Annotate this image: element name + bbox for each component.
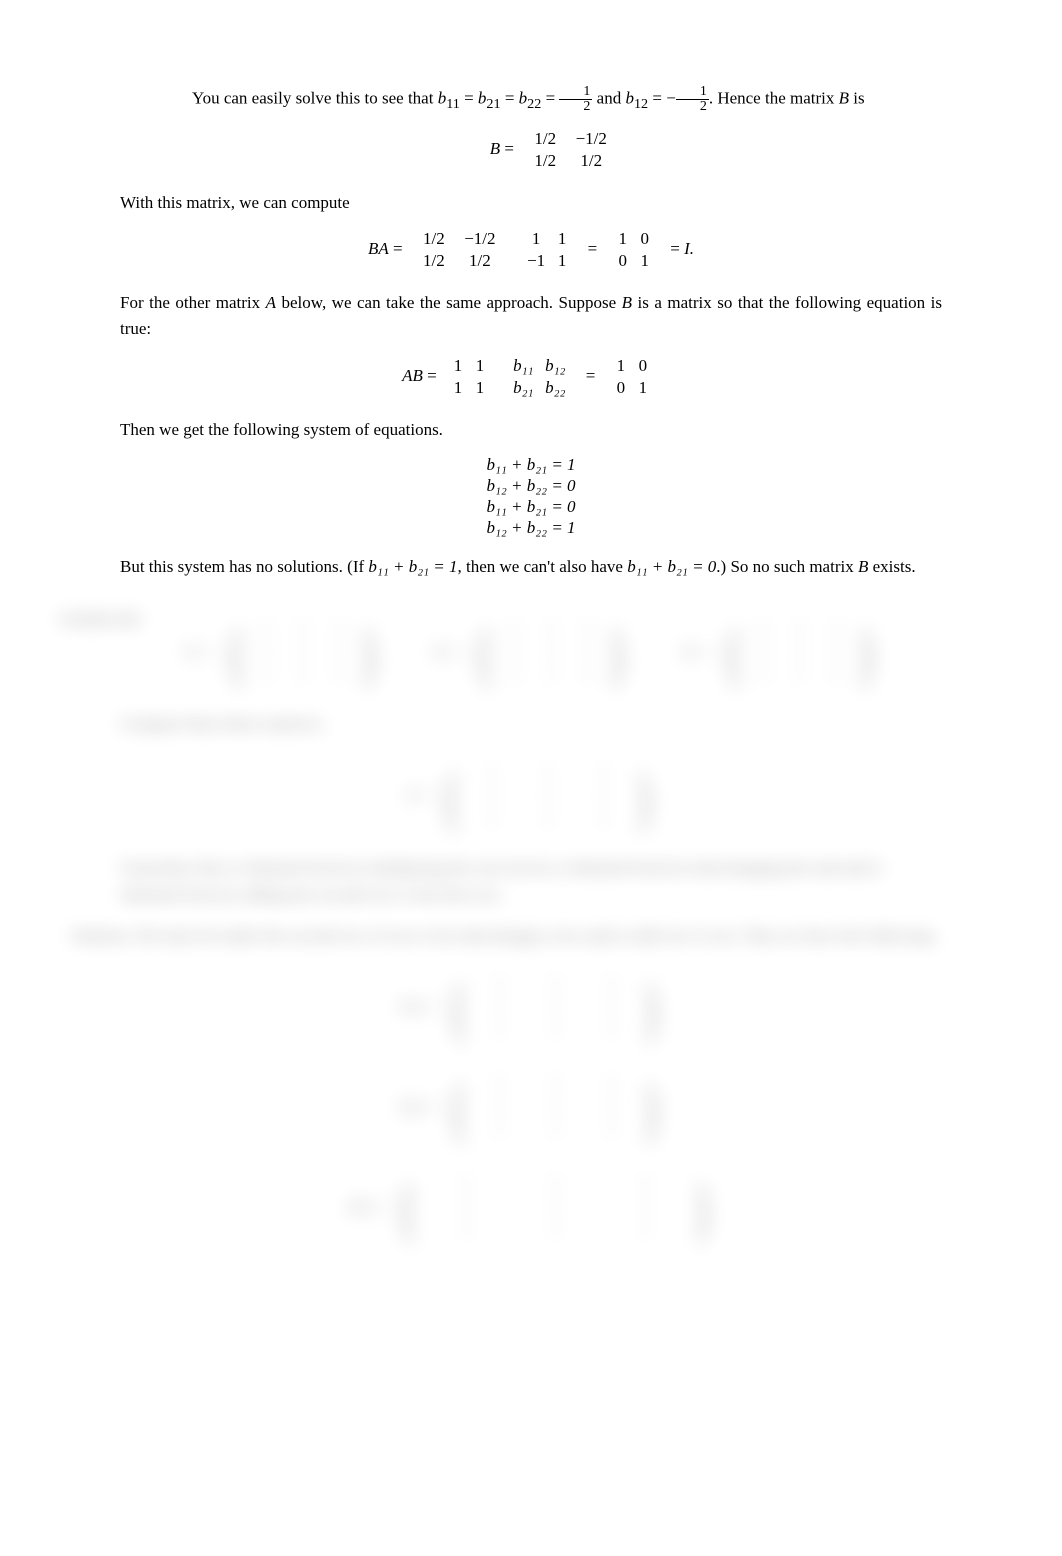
blurred-eq-row-5: A₃a = ( ••• ••• ••• ) [120,1165,942,1249]
text: exists. [868,557,915,576]
fraction: 12 [676,85,709,114]
text: below, we can take the same approach. Su… [276,293,622,312]
matrix-1: 1/2−1/2 1/21/2 [407,228,511,272]
eq-sign: = [460,88,478,107]
math: b₁₁ + b₂₁ = 1 [368,557,457,576]
lhs: BA [368,239,389,258]
var-B: B [622,293,632,312]
blurred-matrix: A = ( ••• ••• ••• ) [396,754,666,838]
blurred-matrix: A₂a = ( ••• ••• ••• ) [389,1065,674,1149]
text: .) So no such matrix [716,557,858,576]
blurred-paragraph: Solution. We must do under the second ro… [70,922,942,949]
paragraph-3: For the other matrix A below, we can tak… [120,290,942,343]
equation-AB: AB = 11 11 b₁₁b₁₂ b₂₁b₂₂ = 10 01 [120,355,942,399]
blurred-paragraph: Compute these three matrices. [120,710,942,737]
text: , then we can't also have [458,557,628,576]
paragraph-4: Then we get the following system of equa… [120,417,942,443]
blurred-matrix: A₃a = ( ••• ••• ••• ) [338,1165,725,1249]
blurred-paragraph: Generalize this to obtained from by mult… [120,854,942,908]
sys-line-3: b₁₁ + b₂₁ = 0 [120,497,942,517]
blurred-eq-row-4: A₂a = ( ••• ••• ••• ) [120,1065,942,1149]
text: = − [648,88,676,107]
rhs: I. [684,239,694,258]
sys-line-4: b₁₂ + b₂₂ = 1 [120,518,942,538]
equals: = [504,139,518,158]
text: For the other matrix [120,293,266,312]
sys-line-2: b₁₂ + b₂₂ = 0 [120,476,942,496]
matrix-1: 11 11 [441,355,497,399]
paragraph-1: You can easily solve this to see that b1… [170,85,942,116]
var-b: b [438,88,447,107]
equation-B-definition: B = 1/2−1/2 1/21/2 [170,128,942,172]
blurred-eq-row-1: A₁ = ( ••• ••• ••• ) A₂ = ( ••• ••• ••• … [120,610,942,694]
equals: = [583,239,605,258]
sub: 11 [446,96,460,112]
blurred-matrix: A₃ = ( ••• ••• ••• ) [671,610,887,694]
blurred-matrix: A₁a = ( ••• ••• ••• ) [389,965,674,1049]
text: is [849,88,865,107]
blurred-matrix: A₁ = ( ••• ••• ••• ) [174,610,390,694]
eq-sign: = [541,88,559,107]
var-b: b [625,88,634,107]
system-of-equations: b₁₁ + b₂₁ = 1 b₁₂ + b₂₂ = 0 b₁₁ + b₂₁ = … [120,455,942,538]
lhs: B [490,139,500,158]
blurred-matrix: A₂ = ( ••• ••• ••• ) [423,610,639,694]
var-b: b [519,88,528,107]
eq-sign: = [501,88,519,107]
sub: 21 [486,96,500,112]
blurred-eq-row-3: A₁a = ( ••• ••• ••• ) [120,965,942,1049]
equals: = [393,239,407,258]
lhs: AB [402,366,423,385]
blurred-section: EXERCISE A₁ = ( ••• ••• ••• ) A₂ = ( •••… [120,610,942,1249]
sub: 12 [634,96,648,112]
fraction: 12 [559,85,592,114]
matrix-3: 10 01 [604,355,660,399]
math: b₁₁ + b₂₁ = 0 [627,557,716,576]
text: But this system has no solutions. (If [120,557,368,576]
paragraph-5: But this system has no solutions. (If b₁… [120,554,942,580]
blurred-eq-row-2: A = ( ••• ••• ••• ) [120,754,942,838]
var-A: A [266,293,276,312]
matrix-2: 11 −11 [515,228,579,272]
text: You can easily solve this to see that [192,88,438,107]
equals: = [666,239,684,258]
equals: = [427,366,441,385]
equation-BA: BA = 1/2−1/2 1/21/2 11 −11 = 10 01 = I. [120,228,942,272]
var-B: B [839,88,849,107]
matrix-3: 10 01 [606,228,662,272]
sys-line-1: b₁₁ + b₂₁ = 1 [120,455,942,475]
matrix-2: b₁₁b₁₂ b₂₁b₂₂ [501,355,577,399]
equals: = [582,366,604,385]
var-B: B [858,557,868,576]
matrix: 1/2−1/2 1/21/2 [518,128,622,172]
text: and [592,88,625,107]
paragraph-2: With this matrix, we can compute [120,190,942,216]
text: . Hence the matrix [709,88,839,107]
sub: 22 [527,96,541,112]
